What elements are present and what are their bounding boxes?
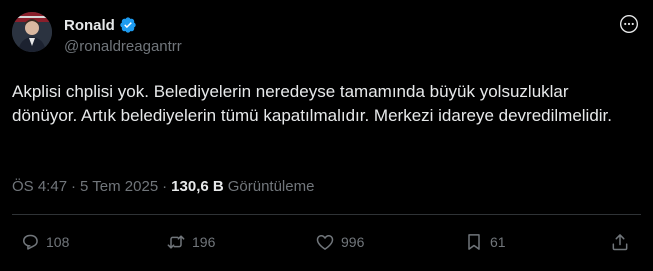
meta-separator-2: · [162,178,168,195]
tweet-meta: ÖS 4:47 · 5 Tem 2025 · 130,6 B Görüntüle… [12,178,314,195]
views-count: 130,6 B [171,178,224,195]
reply-count: 108 [46,234,70,250]
share-icon [612,234,628,251]
tweet-text: Akplisi chplisi yok. Belediyelerin nered… [12,82,613,125]
bookmark-button[interactable]: 61 [464,232,506,252]
more-icon [620,15,638,33]
more-button[interactable] [619,14,639,34]
user-name-row[interactable]: Ronald [64,16,137,34]
views-label: Görüntüleme [227,178,315,195]
divider [12,214,641,215]
retweet-icon [167,235,185,249]
share-button[interactable] [610,232,630,252]
action-bar: 108 196 996 61 [0,232,653,256]
retweet-count: 196 [192,234,216,250]
bookmark-icon [468,234,480,250]
meta-separator: · [71,178,77,195]
like-icon [316,235,334,250]
reply-icon [23,234,38,250]
tweet-time[interactable]: ÖS 4:47 [12,178,67,195]
user-handle[interactable]: @ronaldreagantrr [64,38,182,55]
reply-button[interactable]: 108 [20,232,69,252]
avatar-image [12,12,52,52]
avatar[interactable] [12,12,52,52]
verified-badge-icon [120,17,136,33]
retweet-button[interactable]: 196 [166,232,215,252]
tweet-date[interactable]: 5 Tem 2025 [80,178,158,195]
like-count: 996 [341,234,365,250]
bookmark-count: 61 [490,234,506,250]
display-name[interactable]: Ronald [64,17,115,34]
like-button[interactable]: 996 [315,232,364,252]
